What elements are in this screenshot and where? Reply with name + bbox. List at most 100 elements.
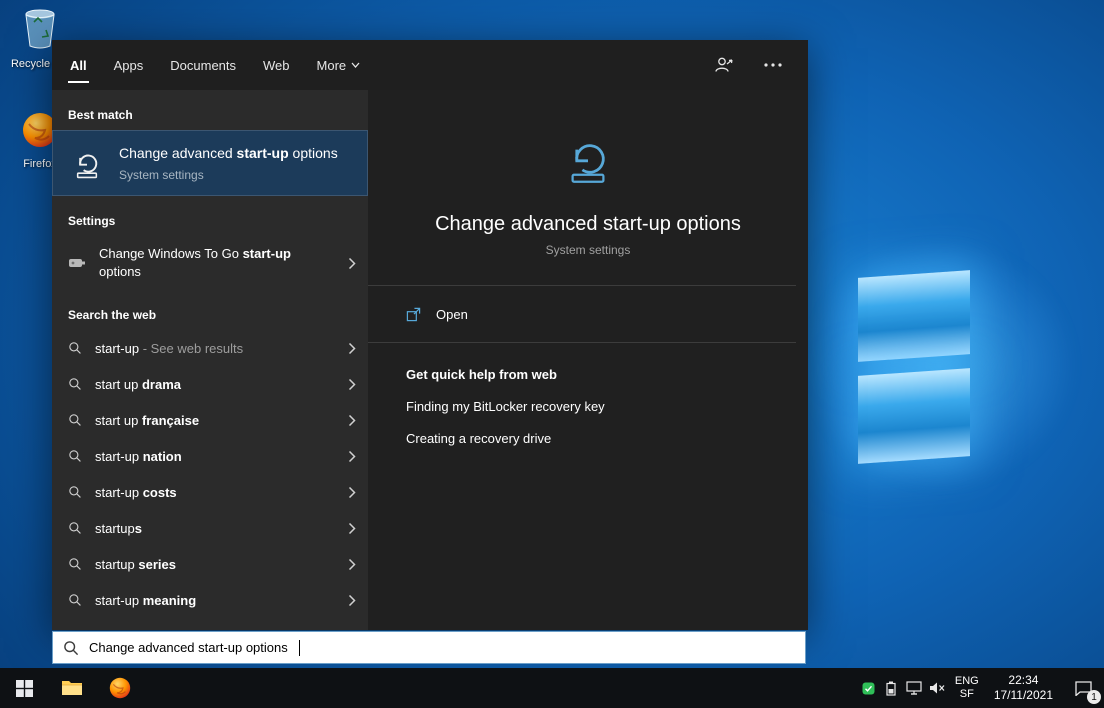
best-match-title-prefix: Change advanced [119,145,237,161]
chevron-right-icon[interactable] [348,342,356,355]
settings-item-text: Change Windows To Go start-up options [99,245,329,281]
search-icon [68,449,82,463]
search-input[interactable]: Change advanced start-up options [52,631,806,664]
search-icon [68,377,82,391]
advanced-startup-icon-large [556,130,620,186]
chevron-down-icon [351,62,360,68]
settings-item-suffix: options [99,264,141,279]
tab-apps[interactable]: Apps [114,40,144,90]
chevron-right-icon[interactable] [348,450,356,463]
windows-logo-pane-bottom [858,368,970,464]
web-suggestion-row[interactable]: startups [52,510,368,546]
tab-all[interactable]: All [70,40,87,90]
windows-logo-glow [760,200,1104,530]
ellipsis-icon[interactable] [764,63,782,67]
network-icon[interactable] [903,668,926,708]
tab-more[interactable]: More [317,40,361,90]
clock[interactable]: 22:34 17/11/2021 [985,673,1062,703]
suggestion-bold: s [135,521,142,536]
section-label-search-the-web: Search the web [68,308,368,322]
search-icon [68,341,82,355]
web-suggestion-row[interactable]: start up drama [52,366,368,402]
settings-item-bold: start-up [243,246,291,261]
best-match-title: Change advanced start-up options [119,144,338,163]
search-results-list: Best match Change advanced start-up opti… [52,90,368,630]
suggestion-dim: - See web results [139,341,243,356]
preview-subtitle: System settings [368,243,808,257]
suggestion-bold: series [138,557,176,572]
web-suggestion-text: start-up meaning [95,593,196,608]
date: 17/11/2021 [994,688,1053,703]
suggestion-prefix: startup [95,557,138,572]
web-suggestion-text: start-up costs [95,485,177,500]
chevron-right-icon[interactable] [348,378,356,391]
web-suggestion-text: startups [95,521,142,536]
text-caret [299,640,300,656]
volume-muted-icon[interactable] [926,668,949,708]
help-section-header: Get quick help from web [406,367,770,382]
web-suggestion-row[interactable]: start up française [52,402,368,438]
tab-documents[interactable]: Documents [170,40,236,90]
search-icon [68,485,82,499]
suggestion-bold: nation [143,449,182,464]
tray-app-green-icon[interactable] [857,668,880,708]
notification-badge: 1 [1087,690,1101,704]
chevron-right-icon[interactable] [348,486,356,499]
chevron-right-icon[interactable] [348,558,356,571]
chevron-right-icon[interactable] [348,257,356,270]
file-explorer-icon [61,679,83,697]
best-match-title-suffix: options [289,145,338,161]
firefox-icon [108,676,132,700]
chevron-right-icon[interactable] [348,414,356,427]
start-button[interactable] [0,668,48,708]
open-action-label: Open [436,307,468,322]
suggestion-prefix: start-up [95,341,139,356]
help-link-bitlocker[interactable]: Finding my BitLocker recovery key [406,399,770,414]
web-suggestion-row[interactable]: start-up nation [52,438,368,474]
search-flyout-panel: All Apps Documents Web More Best match [52,40,808,630]
chevron-right-icon[interactable] [348,594,356,607]
web-suggestion-text: start-up - See web results [95,341,243,356]
result-preview-pane: Change advanced start-up options System … [368,90,808,630]
section-label-best-match: Best match [68,108,368,122]
section-label-settings: Settings [68,214,368,228]
best-match-result[interactable]: Change advanced start-up options System … [52,130,368,196]
windows-to-go-icon [68,256,86,270]
web-suggestion-row[interactable]: start-up meaning [52,582,368,618]
suggestion-prefix: start up [95,377,142,392]
windows-logo-pane-top [858,270,970,362]
best-match-subtitle: System settings [119,168,338,182]
chevron-right-icon[interactable] [348,522,356,535]
suggestion-prefix: start up [95,413,142,428]
help-link-recovery-drive[interactable]: Creating a recovery drive [406,431,770,446]
battery-icon[interactable] [880,668,903,708]
web-suggestion-row[interactable]: start-up costs [52,474,368,510]
suggestion-prefix: start-up [95,593,143,608]
web-suggestion-row[interactable]: startup series [52,546,368,582]
settings-result-item[interactable]: Change Windows To Go start-up options [52,236,368,290]
web-suggestion-text: start up française [95,413,199,428]
web-suggestion-text: startup series [95,557,176,572]
suggestion-prefix: start-up [95,485,143,500]
tab-documents-label: Documents [170,58,236,73]
search-icon [63,640,79,656]
language-indicator[interactable]: ENG SF [949,675,985,701]
tab-more-label: More [317,58,347,73]
tab-web[interactable]: Web [263,40,290,90]
action-center-button[interactable]: 1 [1062,668,1104,708]
suggestion-bold: drama [142,377,181,392]
open-action[interactable]: Open [368,286,808,342]
web-suggestion-row[interactable]: start-up - See web results [52,330,368,366]
preview-title: Change advanced start-up options [368,213,808,236]
search-tab-bar: All Apps Documents Web More [52,40,808,90]
tab-web-label: Web [263,58,290,73]
tab-apps-label: Apps [114,58,144,73]
account-icon[interactable] [714,56,734,74]
search-icon [68,413,82,427]
file-explorer-button[interactable] [48,668,96,708]
web-suggestion-text: start-up nation [95,449,182,464]
windows-logo-icon [16,680,33,697]
web-suggestion-text: start up drama [95,377,181,392]
firefox-taskbar-button[interactable] [96,668,144,708]
keyboard-layout-code: SF [951,688,983,701]
